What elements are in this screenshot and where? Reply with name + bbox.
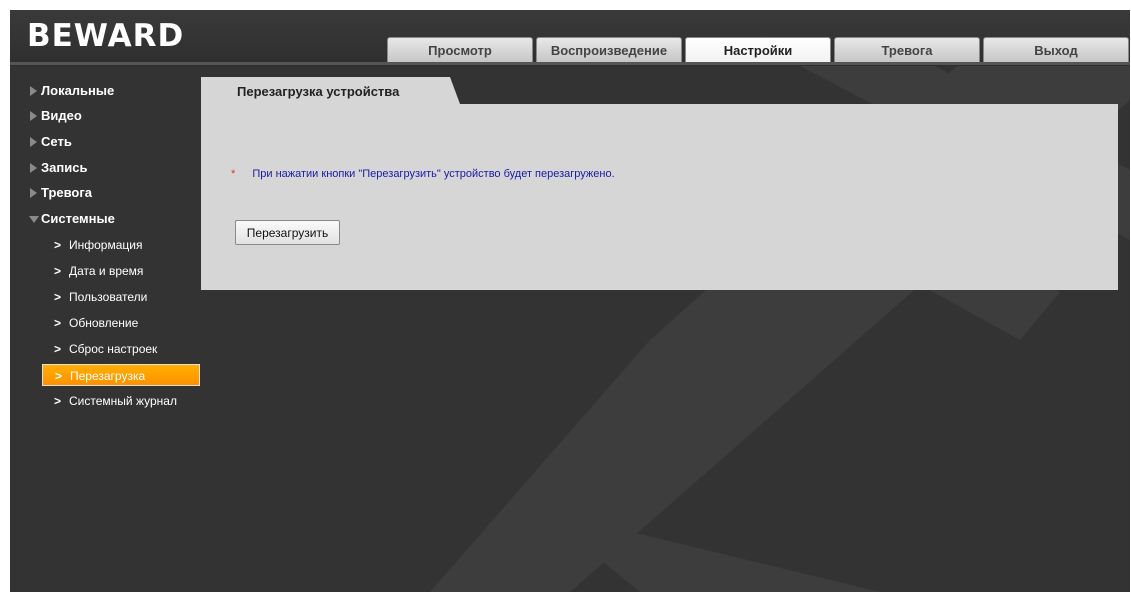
- tab-view[interactable]: Просмотр: [387, 37, 533, 62]
- sidebar-item-label: Системный журнал: [69, 394, 177, 408]
- sidebar-item-label: Перезагрузка: [70, 369, 146, 383]
- sidebar-category-local[interactable]: Локальные: [30, 80, 115, 102]
- header-bar: BEWARD Просмотр Воспроизведение Настройк…: [10, 10, 1130, 66]
- triangle-right-icon: [30, 188, 37, 198]
- chevron-right-icon: >: [54, 342, 62, 356]
- sidebar-item-label: Дата и время: [69, 264, 144, 278]
- reboot-note: * При нажатии кнопки "Перезагрузить" уст…: [231, 168, 615, 180]
- reboot-button[interactable]: Перезагрузить: [235, 220, 340, 245]
- chevron-right-icon: >: [54, 238, 62, 252]
- chevron-right-icon: >: [55, 369, 63, 383]
- note-marker: *: [231, 168, 236, 180]
- sidebar-category-label: Тревога: [41, 185, 93, 200]
- chevron-right-icon: >: [54, 394, 62, 408]
- sidebar-item-label: Пользователи: [69, 290, 148, 304]
- sidebar-item-label: Сброс настроек: [69, 342, 158, 356]
- tab-playback[interactable]: Воспроизведение: [536, 37, 682, 62]
- sidebar-item-factory-reset[interactable]: > Сброс настроек: [42, 338, 200, 360]
- sidebar-category-alarm[interactable]: Тревога: [30, 182, 93, 204]
- sidebar-item-system-log[interactable]: > Системный журнал: [42, 390, 200, 412]
- triangle-right-icon: [30, 137, 37, 147]
- chevron-right-icon: >: [54, 316, 62, 330]
- app-screen: BEWARD Просмотр Воспроизведение Настройк…: [10, 10, 1130, 592]
- tab-divider: [10, 62, 1130, 65]
- sidebar-category-label: Системные: [41, 211, 115, 226]
- sidebar-item-label: Информация: [69, 238, 143, 252]
- triangle-down-icon: [29, 216, 39, 223]
- sidebar-category-record[interactable]: Запись: [30, 157, 88, 179]
- sidebar-item-reboot[interactable]: > Перезагрузка: [42, 364, 200, 386]
- sidebar-item-information[interactable]: > Информация: [42, 234, 200, 256]
- sidebar-item-date-time[interactable]: > Дата и время: [42, 260, 200, 282]
- sidebar-category-system[interactable]: Системные: [29, 208, 115, 230]
- sidebar-category-label: Локальные: [41, 83, 115, 98]
- triangle-right-icon: [30, 86, 37, 96]
- triangle-right-icon: [30, 163, 37, 173]
- sidebar-category-label: Видео: [41, 108, 82, 123]
- tab-logout[interactable]: Выход: [983, 37, 1129, 62]
- sidebar-item-update[interactable]: > Обновление: [42, 312, 200, 334]
- sidebar-item-label: Обновление: [69, 316, 139, 330]
- sidebar-item-users[interactable]: > Пользователи: [42, 286, 200, 308]
- note-text: При нажатии кнопки "Перезагрузить" устро…: [252, 168, 615, 180]
- chevron-right-icon: >: [54, 264, 62, 278]
- tab-settings[interactable]: Настройки: [685, 37, 831, 62]
- sidebar-category-label: Запись: [41, 160, 88, 175]
- sidebar-category-network[interactable]: Сеть: [30, 131, 72, 153]
- tab-alarm[interactable]: Тревога: [834, 37, 980, 62]
- chevron-right-icon: >: [54, 290, 62, 304]
- panel-title: Перезагрузка устройства: [201, 77, 460, 104]
- sidebar-category-video[interactable]: Видео: [30, 105, 82, 127]
- brand-logo: BEWARD: [27, 18, 185, 54]
- reboot-panel: * При нажатии кнопки "Перезагрузить" уст…: [201, 104, 1118, 290]
- triangle-right-icon: [30, 111, 37, 121]
- sidebar-category-label: Сеть: [41, 134, 72, 149]
